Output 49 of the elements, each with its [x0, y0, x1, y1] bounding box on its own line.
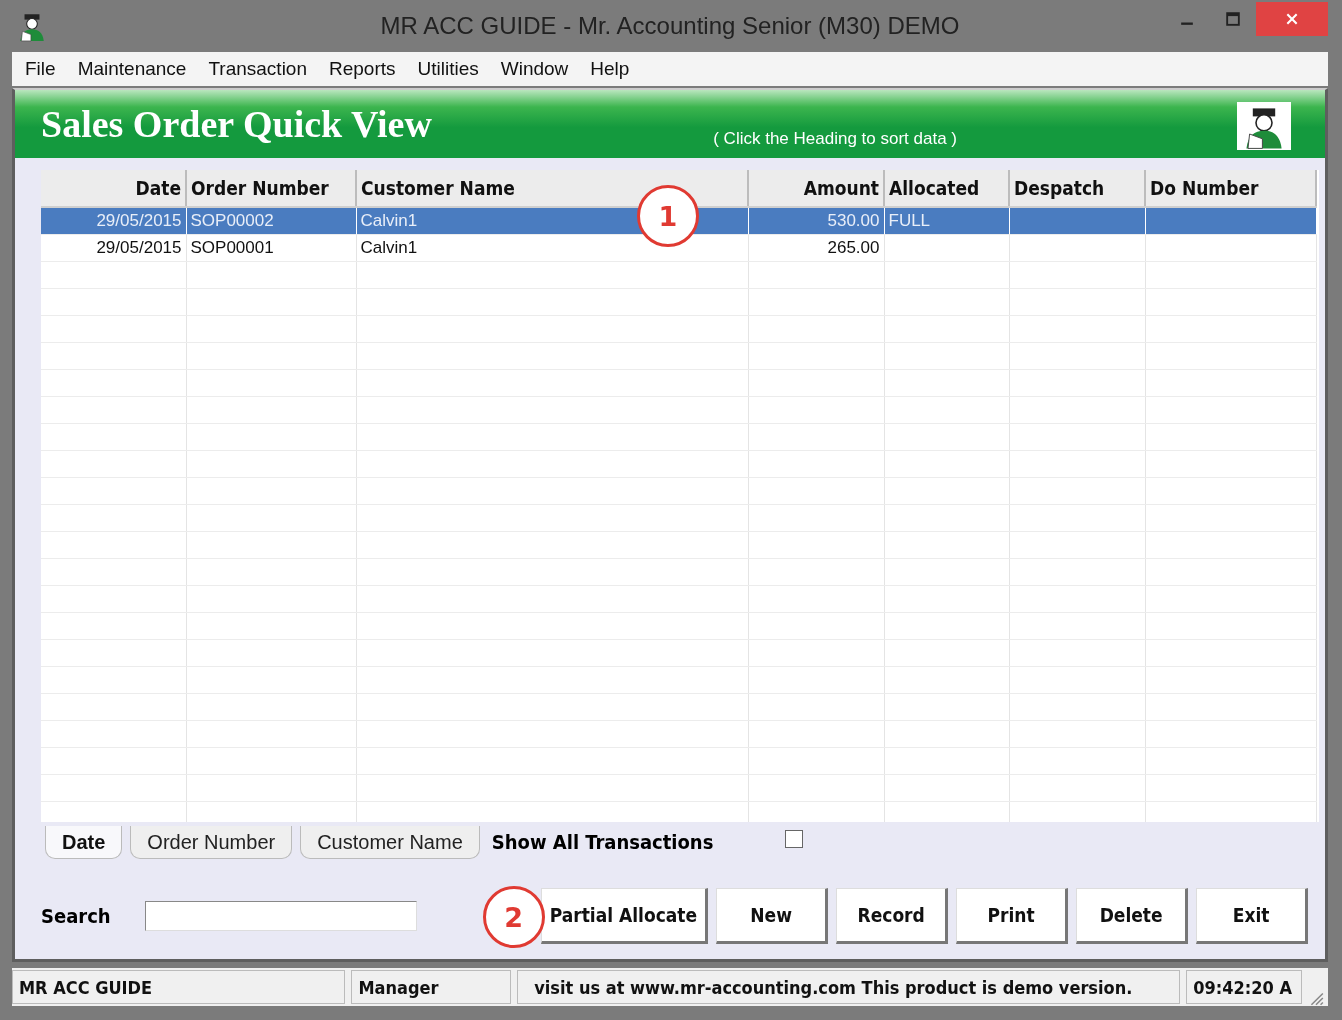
action-button[interactable]: Exit — [1196, 888, 1309, 944]
menu-item[interactable]: Maintenance — [66, 58, 198, 80]
table-cell: SOP00001 — [190, 238, 274, 257]
person-icon — [1237, 102, 1291, 150]
table-cell: 29/05/2015 — [96, 211, 182, 230]
action-button[interactable]: Delete — [1076, 888, 1189, 944]
resize-grip-icon[interactable] — [1308, 990, 1324, 1006]
callout-marker: 2 — [482, 886, 545, 948]
table-cell: FULL — [888, 211, 931, 230]
menu-item[interactable]: File — [14, 58, 67, 80]
column-header[interactable]: Amount — [748, 170, 884, 207]
table-cell: 29/05/2015 — [96, 238, 182, 257]
table-cell: Calvin1 — [360, 211, 418, 230]
window-title: MR ACC GUIDE - Mr. Accounting Senior (M30) DEMO — [380, 12, 960, 40]
search-label: Search — [41, 904, 111, 928]
column-header[interactable]: Customer Name — [356, 170, 748, 207]
menu-item[interactable]: Help — [579, 58, 641, 80]
status-panel: visit us at www.mr-accounting.com This product is demo version. — [517, 970, 1181, 1004]
column-header[interactable]: Allocated — [884, 170, 1009, 207]
menu-item[interactable]: Transaction — [197, 58, 318, 80]
close-icon[interactable] — [1285, 12, 1299, 26]
table-cell: 265.00 — [827, 238, 880, 257]
table-cell: 530.00 — [827, 211, 880, 230]
status-panel: MR ACC GUIDE — [12, 970, 346, 1004]
column-header[interactable]: Despatch — [1009, 170, 1145, 207]
action-button[interactable]: Print — [956, 888, 1069, 944]
table-cell: SOP00002 — [190, 211, 274, 230]
action-button[interactable]: Partial Allocate — [540, 888, 709, 944]
close-button[interactable] — [1256, 2, 1328, 36]
show-all-checkbox[interactable] — [785, 830, 804, 848]
sort-tab[interactable]: Date — [45, 825, 123, 859]
menu-item[interactable]: Window — [489, 58, 580, 80]
action-button[interactable]: Record — [836, 888, 949, 944]
form-title: Sales Order Quick View — [41, 102, 432, 146]
show-all-label: Show All Transactions — [491, 830, 714, 854]
sort-hint: ( Click the Heading to sort data ) — [713, 129, 957, 149]
menu-item[interactable]: Reports — [318, 58, 407, 80]
column-header[interactable]: Date — [41, 170, 186, 207]
status-panel: 09:42:20 A — [1186, 970, 1303, 1004]
status-panel: Manager — [351, 970, 512, 1004]
table-cell: Calvin1 — [360, 238, 418, 257]
column-header[interactable]: Do Number — [1145, 170, 1316, 207]
sort-tab[interactable]: Customer Name — [300, 825, 480, 859]
menu-item[interactable]: Utilities — [406, 58, 490, 80]
sort-tab[interactable]: Order Number — [130, 825, 293, 859]
column-header[interactable]: Order Number — [186, 170, 356, 207]
maximize-icon[interactable] — [1226, 12, 1240, 26]
action-button[interactable]: New — [716, 888, 829, 944]
search-field[interactable] — [144, 901, 417, 931]
